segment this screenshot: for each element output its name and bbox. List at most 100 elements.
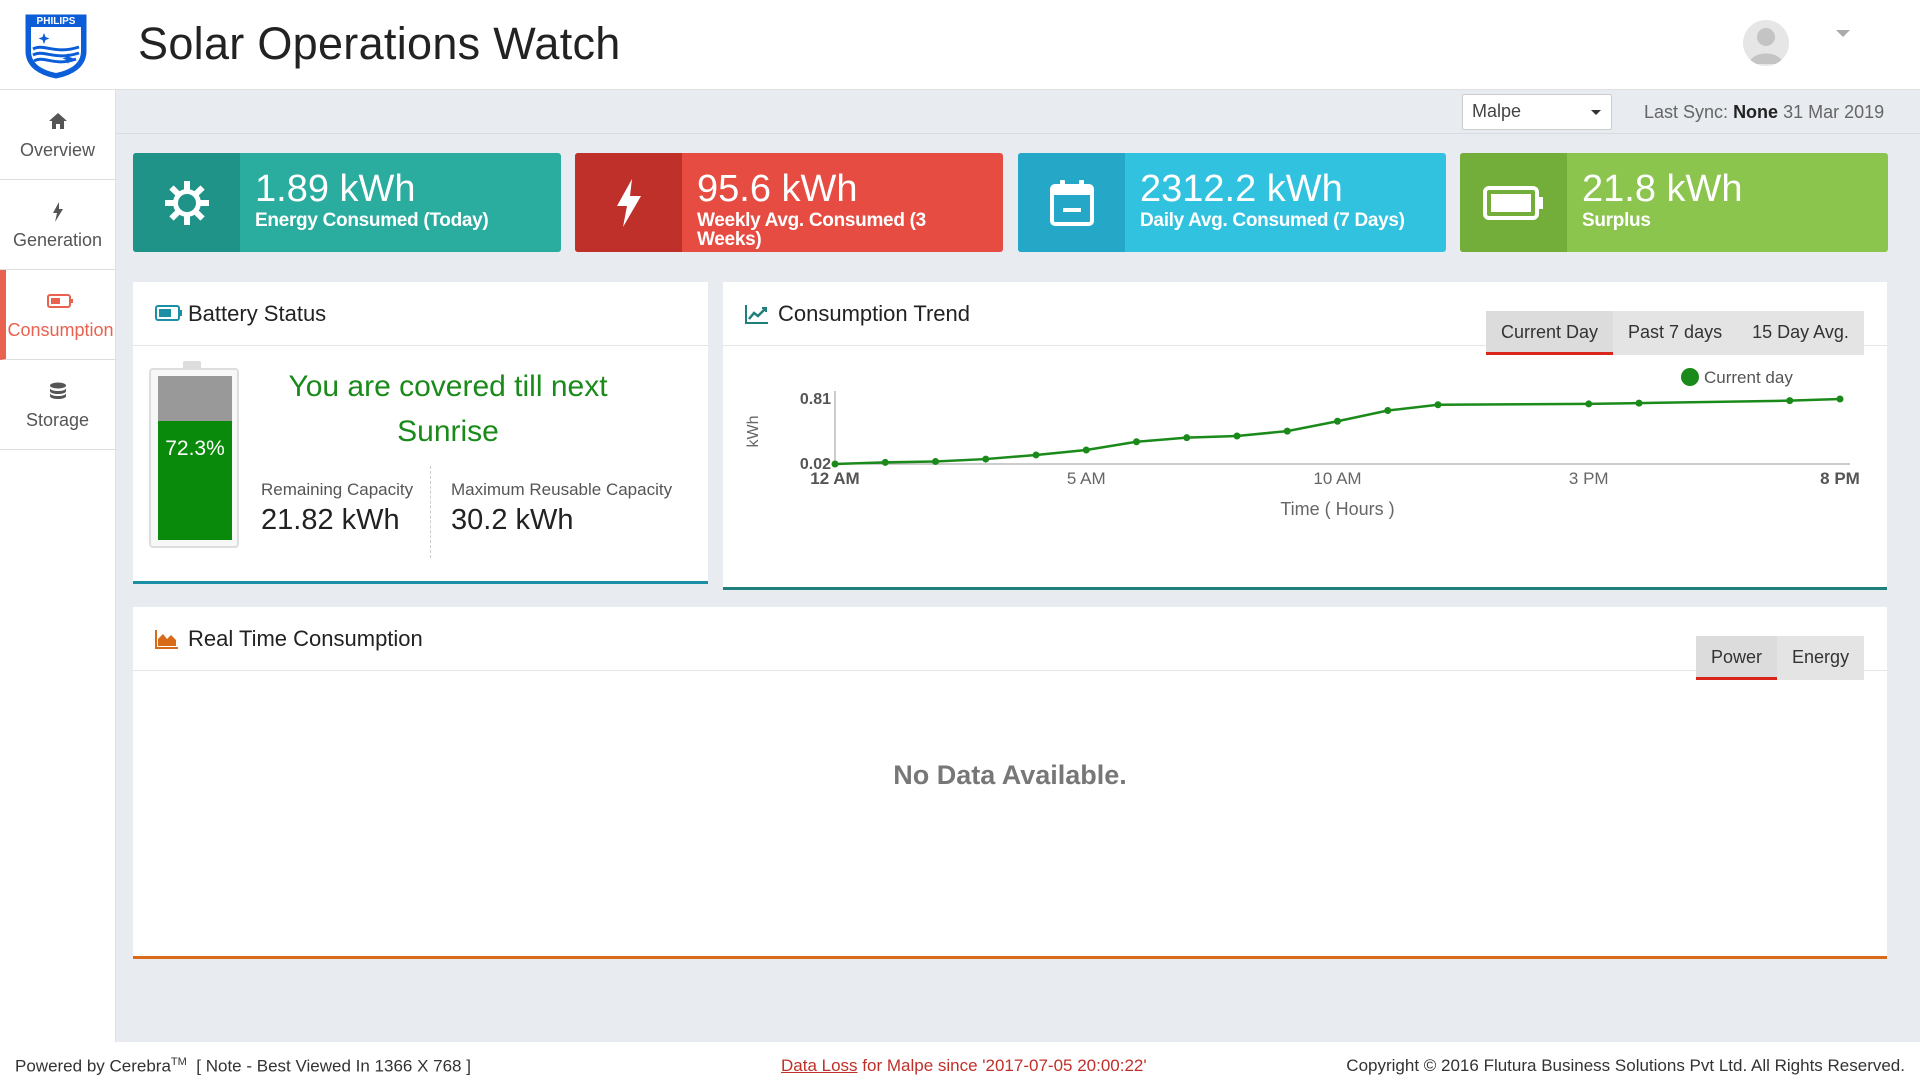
chart-series: [831, 395, 1844, 468]
calendar-icon: [1018, 153, 1125, 252]
sidebar-item-label: Consumption: [7, 320, 114, 340]
last-sync-date: 31 Mar 2019: [1783, 102, 1885, 122]
data-point[interactable]: [1585, 400, 1593, 408]
last-sync-label: Last Sync:: [1644, 102, 1729, 122]
logo-text: PHILIPS: [37, 16, 76, 27]
remaining-capacity-value: 21.82 kWh: [261, 504, 400, 536]
battery-status-panel: Battery Status 72.3% You are covered til…: [133, 282, 708, 584]
data-point[interactable]: [1635, 399, 1643, 407]
chart-axes: 0.020.8112 AM 5 AM 10 AM 3 PM 8 PMTime ( Hou…: [745, 391, 1860, 519]
tab-power[interactable]: Power: [1696, 636, 1778, 680]
kpi-weekly-avg-consumed: 95.6 kWh Weekly Avg. Consumed (3 Weeks): [575, 153, 1003, 252]
kpi-label: Weekly Avg. Consumed (3 Weeks): [697, 210, 926, 250]
x-tick-label: 5 AM: [1067, 469, 1106, 488]
toolbar: Malpe Last Sync: None 31 Mar 2019: [116, 90, 1920, 134]
data-point[interactable]: [831, 460, 839, 468]
realtime-consumption-panel: Real Time Consumption Power Energy No Da…: [133, 607, 1887, 959]
sidebar: Overview Generation Consumption Storage: [0, 90, 116, 1042]
data-point[interactable]: [1434, 401, 1442, 409]
panel-header: Real Time Consumption: [133, 607, 1887, 671]
x-tick-label: 10 AM: [1313, 469, 1361, 488]
empty-state-message: No Data Available.: [893, 760, 1127, 790]
legend-label: Current day: [1704, 368, 1793, 387]
footer-copyright: Copyright © 2016 Flutura Business Soluti…: [1346, 1056, 1905, 1075]
sidebar-item-label: Generation: [12, 230, 103, 250]
data-point[interactable]: [1082, 446, 1090, 454]
user-menu-caret-icon[interactable]: [1836, 30, 1850, 37]
kpi-label: Energy Consumed (Today): [255, 210, 489, 231]
data-point[interactable]: [1786, 397, 1794, 405]
sidebar-item-overview[interactable]: Overview: [0, 90, 115, 180]
footer-data-loss: Data Loss for Malpe since '2017-07-05 20…: [781, 1056, 1147, 1076]
area-chart-icon: [155, 629, 179, 654]
y-axis-label: kWh: [745, 416, 762, 448]
sun-icon: [133, 153, 240, 252]
kpi-energy-consumed-today: 1.89 kWh Energy Consumed (Today): [133, 153, 561, 252]
series-line: [834, 397, 1841, 466]
legend-marker: [1681, 368, 1699, 386]
data-point[interactable]: [1233, 432, 1241, 440]
realtime-tabs: Power Energy: [1696, 636, 1865, 680]
kpi-surplus: 21.8 kWh Surplus: [1460, 153, 1888, 252]
battery-percent: 72.3%: [165, 437, 225, 460]
data-point[interactable]: [1836, 395, 1844, 403]
data-point[interactable]: [1032, 451, 1040, 459]
battery-icon: [1460, 153, 1567, 252]
y-tick-label: 0.81: [800, 391, 831, 408]
kpi-daily-avg-consumed: 2312.2 kWh Daily Avg. Consumed (7 Days): [1018, 153, 1446, 252]
panel-header: Battery Status: [133, 282, 708, 346]
sidebar-item-storage[interactable]: Storage: [0, 360, 115, 450]
site-select-value: Malpe: [1472, 101, 1522, 121]
data-loss-link[interactable]: Data Loss: [781, 1056, 858, 1075]
remaining-capacity-label: Remaining Capacity: [261, 480, 414, 499]
footer: Powered by CerebraTM [ Note - Best Viewe…: [0, 1042, 1920, 1080]
data-point[interactable]: [881, 458, 889, 466]
app-header: PHILIPS Solar Operations Watch: [0, 0, 1920, 90]
data-point[interactable]: [932, 458, 939, 466]
chevron-down-icon: [1591, 110, 1601, 115]
battery-empty-level: [158, 376, 232, 421]
kpi-value: 2312.2 kWh: [1140, 168, 1343, 210]
data-loss-text: for Malpe since '2017-07-05 20:00:22': [862, 1056, 1147, 1075]
data-point[interactable]: [1334, 417, 1341, 425]
panel-title: Consumption Trend: [778, 301, 970, 326]
panel-title: Real Time Consumption: [188, 626, 423, 651]
sidebar-item-consumption[interactable]: Consumption: [0, 270, 115, 360]
x-tick-label: 12 AM: [810, 469, 859, 488]
kpi-value: 21.8 kWh: [1582, 168, 1743, 210]
home-icon: [0, 112, 115, 134]
capacity-divider: [430, 466, 431, 558]
kpi-value: 1.89 kWh: [255, 168, 416, 210]
line-chart-icon: [745, 304, 769, 329]
chart-legend[interactable]: Current day: [1681, 368, 1793, 387]
kpi-label: Daily Avg. Consumed (7 Days): [1140, 210, 1405, 231]
coverage-message: You are covered till next Sunrise: [288, 370, 608, 448]
consumption-trend-chart: 0.020.8112 AM 5 AM 10 AM 3 PM 8 PMTime ( Hou…: [745, 368, 1860, 519]
user-avatar[interactable]: [1743, 20, 1789, 66]
sidebar-item-label: Storage: [25, 410, 90, 430]
consumption-trend-panel: Consumption Trend Current Day Past 7 day…: [723, 282, 1887, 590]
kpi-value: 95.6 kWh: [697, 168, 858, 210]
last-sync: Last Sync: None 31 Mar 2019: [1644, 102, 1884, 123]
data-point[interactable]: [1133, 438, 1140, 446]
x-tick-label: 3 PM: [1569, 469, 1609, 488]
data-point[interactable]: [1283, 427, 1291, 435]
tab-energy[interactable]: Energy: [1777, 636, 1864, 680]
data-point[interactable]: [1183, 434, 1191, 442]
footer-powered-by: Powered by CerebraTM [ Note - Best Viewe…: [15, 1056, 471, 1077]
x-axis-label: Time ( Hours ): [1280, 499, 1394, 519]
battery-icon: [155, 304, 183, 327]
last-sync-status: None: [1733, 102, 1779, 122]
sidebar-item-label: Overview: [19, 140, 95, 160]
battery-icon: [6, 292, 115, 314]
philips-shield-logo[interactable]: PHILIPS: [22, 13, 90, 79]
page-title: Solar Operations Watch: [138, 18, 621, 69]
data-point[interactable]: [1384, 407, 1392, 415]
user-icon: [1749, 28, 1783, 64]
powered-by-text: Powered by Cerebra: [15, 1056, 171, 1076]
trademark: TM: [170, 1056, 187, 1068]
data-point[interactable]: [982, 455, 990, 463]
sidebar-item-generation[interactable]: Generation: [0, 180, 115, 270]
site-select[interactable]: Malpe: [1462, 94, 1612, 130]
max-capacity-value: 30.2 kWh: [451, 504, 574, 536]
